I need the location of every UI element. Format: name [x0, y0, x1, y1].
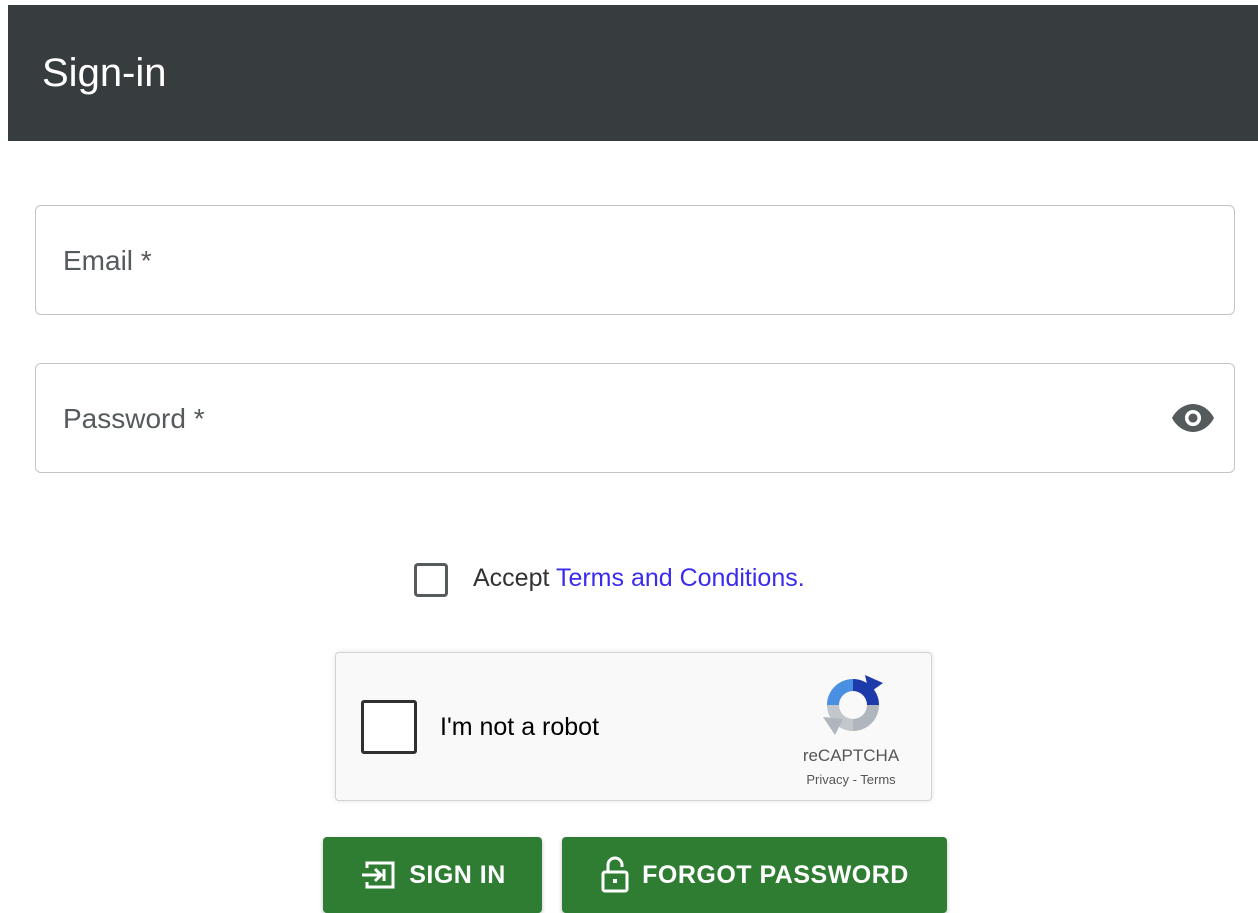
recaptcha-privacy-link[interactable]: Privacy: [806, 772, 849, 787]
accept-label: Accept: [473, 564, 556, 592]
accept-terms-row: Accept Terms and Conditions.: [413, 560, 873, 597]
sign-in-button[interactable]: SIGN IN: [323, 837, 542, 913]
recaptcha-terms-link[interactable]: Terms: [860, 772, 895, 787]
password-field[interactable]: Password *: [35, 363, 1235, 473]
eye-icon[interactable]: [1172, 403, 1214, 433]
email-label: Email *: [63, 245, 152, 276]
forgot-password-label: FORGOT PASSWORD: [642, 860, 909, 889]
recaptcha-links-separator: -: [848, 772, 861, 787]
forgot-password-button[interactable]: FORGOT PASSWORD: [562, 837, 947, 913]
password-label: Password *: [63, 403, 205, 434]
accept-terms-checkbox[interactable]: [414, 563, 448, 597]
recaptcha-brand: reCAPTCHA: [802, 746, 900, 765]
recaptcha-checkbox[interactable]: [361, 700, 417, 754]
sign-in-label: SIGN IN: [409, 860, 506, 889]
login-icon: [362, 861, 395, 889]
email-field[interactable]: Email *: [35, 205, 1235, 315]
page-title: Sign-in: [42, 51, 167, 95]
lock-open-icon: [601, 856, 629, 893]
terms-link[interactable]: Terms and Conditions.: [556, 564, 805, 592]
recaptcha-label: I'm not a robot: [440, 713, 600, 741]
recaptcha-widget: I'm not a robot reCAPTCHA Privacy - Term…: [335, 652, 932, 801]
recaptcha-logo-icon: [823, 675, 883, 735]
app-header: Sign-in: [8, 5, 1258, 141]
recaptcha-links: Privacy - Terms: [776, 772, 926, 787]
